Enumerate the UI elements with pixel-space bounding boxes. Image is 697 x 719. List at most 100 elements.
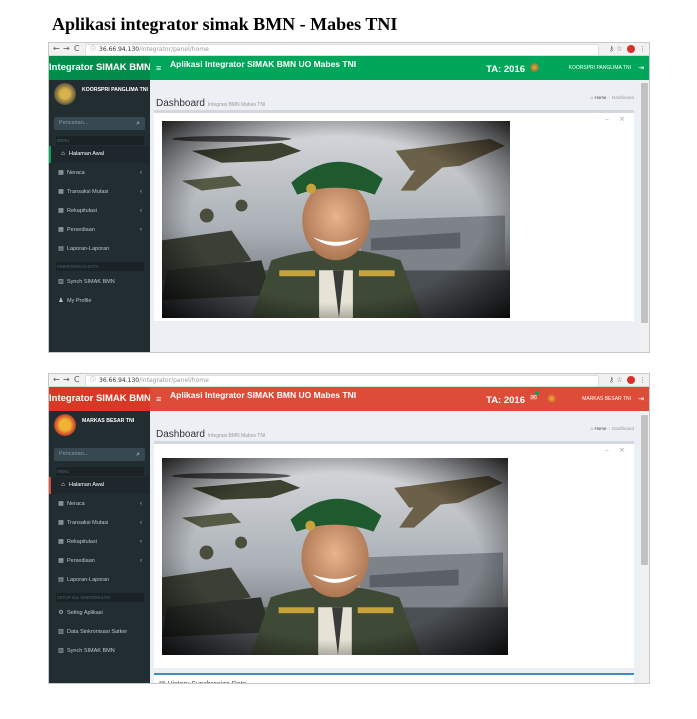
menu-dots-icon[interactable]: ⋮ xyxy=(639,45,646,53)
menu-dots-icon[interactable]: ⋮ xyxy=(639,376,646,384)
user-menu[interactable]: MARKAS BESAR TNI xyxy=(582,396,631,402)
sidebar-item-neraca[interactable]: ▦ Neraca ‹ xyxy=(49,165,150,182)
page-scrollbar[interactable] xyxy=(640,411,649,683)
envelope-icon[interactable]: ✉ xyxy=(530,391,540,402)
dashboard-box: – × xyxy=(154,110,634,321)
breadcrumb-home[interactable]: ⌂ Home xyxy=(591,95,607,100)
back-button[interactable]: ← xyxy=(53,44,60,54)
sidebar-item-rekapitulasi[interactable]: ▦ Rekapitulasi ‹ xyxy=(49,534,150,551)
sidebar-item-my-profile[interactable]: ♟ My Profile xyxy=(49,293,150,310)
star-icon[interactable]: ☆ xyxy=(616,376,622,384)
sidebar-item-synch-simak-bmn[interactable]: ▥ Synch SIMAK BMN xyxy=(49,274,150,291)
back-button[interactable]: ← xyxy=(53,375,60,385)
sidebar-toggle-icon[interactable]: ≡ xyxy=(156,387,161,411)
sidebar-item-label: Synch SIMAK BMN xyxy=(67,279,115,285)
sidebar-item-laporan-laporan[interactable]: ▤ Laporan-Laporan xyxy=(49,572,150,589)
scrollbar-thumb[interactable] xyxy=(641,83,648,323)
extension-icon[interactable] xyxy=(626,376,635,384)
chevron-left-icon: ‹ xyxy=(140,189,142,195)
logout-icon[interactable]: ⇥ xyxy=(638,64,644,72)
page-header: Dashboard Integrasi BMN Mabes TNI xyxy=(156,91,265,110)
fiscal-year: TA: 2016 xyxy=(486,395,525,406)
chevron-left-icon: ‹ xyxy=(140,170,142,176)
sidebar-search-input[interactable]: Pencarian... ⌕ xyxy=(54,117,145,130)
file-icon: ▤ xyxy=(58,577,64,583)
sidebar-item-transaksi-mutasi[interactable]: ▦ Transaksi Mutasi ‹ xyxy=(49,515,150,532)
breadcrumb: ⌂ Home › Dashboard xyxy=(590,426,635,431)
sidebar-item-label: Persediaan xyxy=(67,227,95,233)
sidebar-item-label: Laporan-Laporan xyxy=(67,246,110,252)
logout-icon[interactable]: ⇥ xyxy=(638,395,644,403)
breadcrumb-current: Dashboard xyxy=(611,426,634,431)
url-path: /integrator/panel/home xyxy=(139,377,209,384)
page-title: Dashboard xyxy=(156,98,205,109)
breadcrumb-home[interactable]: ⌂ Home xyxy=(591,426,607,431)
avatar xyxy=(54,83,76,105)
breadcrumb: ⌂ Home › Dashboard xyxy=(590,95,635,100)
page-header: Dashboard Integrasi BMN Mabes TNI xyxy=(156,422,265,441)
search-icon[interactable]: ⌕ xyxy=(136,448,140,461)
page-scrollbar[interactable] xyxy=(640,80,649,352)
sidebar-item-persediaan[interactable]: ▦ Persediaan ‹ xyxy=(49,222,150,239)
sidebar: KOORSPRI PANGLIMA TNI Pencarian... ⌕ MEN… xyxy=(49,80,152,352)
forward-button[interactable]: → xyxy=(63,375,70,385)
sidebar-item-neraca[interactable]: ▦ Neraca ‹ xyxy=(49,496,150,513)
browser-toolbar: ← → C ⓘ 36.66.94.130/integrator/panel/hom… xyxy=(49,43,649,56)
search-icon[interactable]: ⌕ xyxy=(136,117,140,130)
dashboard-box: – × xyxy=(154,441,634,668)
sidebar-item-label: Rekapitulasi xyxy=(67,539,97,545)
sidebar-item-label: Seting Aplikasi xyxy=(67,610,103,616)
avatar xyxy=(54,414,76,436)
info-icon[interactable]: ⓘ xyxy=(90,46,96,53)
database-icon: ▥ xyxy=(58,648,64,654)
sidebar-item-label: Transaksi Mutasi xyxy=(67,189,109,195)
scrollbar-thumb[interactable] xyxy=(641,415,648,565)
sidebar-item-laporan-laporan[interactable]: ▤ Laporan-Laporan xyxy=(49,241,150,258)
user-emblem-icon xyxy=(530,63,539,72)
sidebar-user-name: KOORSPRI PANGLIMA TNI xyxy=(82,87,148,93)
sidebar-item-label: Halaman Awal xyxy=(69,151,105,157)
address-bar[interactable]: ⓘ 36.66.94.130/integrator/panel/home xyxy=(85,44,599,56)
sidebar-item-persediaan[interactable]: ▦ Persediaan ‹ xyxy=(49,553,150,570)
sidebar-item-label: Halaman Awal xyxy=(69,482,105,488)
sidebar-item-label: Persediaan xyxy=(67,558,95,564)
user-emblem-icon xyxy=(547,394,556,403)
box-tools[interactable]: – × xyxy=(605,446,629,454)
document-title: Aplikasi integrator simak BMN - Mabes TN… xyxy=(52,14,398,34)
url-host: 36.66.94.130 xyxy=(99,377,140,384)
grid-icon: ▦ xyxy=(58,501,64,507)
sidebar-item-halaman-awal[interactable]: ⌂ Halaman Awal xyxy=(49,477,152,494)
extension-icon[interactable] xyxy=(626,45,635,53)
brand-logo[interactable]: Integrator SIMAK BMN xyxy=(49,56,151,80)
address-bar[interactable]: ⓘ 36.66.94.130/integrator/panel/home xyxy=(85,375,599,387)
box-tools[interactable]: – × xyxy=(605,115,629,123)
table-icon: ▤ xyxy=(159,681,166,683)
reload-button[interactable]: C xyxy=(74,44,80,54)
sidebar-item-label: My Profile xyxy=(67,298,92,304)
sidebar-item-transaksi-mutasi[interactable]: ▦ Transaksi Mutasi ‹ xyxy=(49,184,150,201)
info-icon[interactable]: ⓘ xyxy=(90,377,96,384)
brand-logo[interactable]: Integrator SIMAK BMN xyxy=(49,387,151,411)
sidebar-item-label: Rekapitulasi xyxy=(67,208,97,214)
forward-button[interactable]: → xyxy=(63,44,70,54)
sidebar-user-name: MARKAS BESAR TNI xyxy=(82,418,135,424)
star-icon[interactable]: ☆ xyxy=(616,45,622,53)
key-icon[interactable]: ⚷ xyxy=(609,45,614,53)
sidebar-item-rekapitulasi[interactable]: ▦ Rekapitulasi ‹ xyxy=(49,203,150,220)
grid-icon: ▦ xyxy=(58,227,64,233)
sidebar-search-input[interactable]: Pencarian... ⌕ xyxy=(54,448,145,461)
sidebar-item-synch-simak-bmn[interactable]: ▥ Synch SIMAK BMN xyxy=(49,643,150,660)
grid-icon: ▦ xyxy=(58,558,64,564)
key-icon[interactable]: ⚷ xyxy=(609,376,614,384)
database-icon: ▥ xyxy=(58,629,64,635)
sidebar-item-halaman-awal[interactable]: ⌂ Halaman Awal xyxy=(49,146,152,163)
grid-icon: ▦ xyxy=(58,208,64,214)
reload-button[interactable]: C xyxy=(74,375,80,385)
sidebar-item-seting-aplikasi[interactable]: ⚙ Seting Aplikasi xyxy=(49,605,150,622)
sidebar-toggle-icon[interactable]: ≡ xyxy=(156,56,161,80)
user-menu[interactable]: KOORSPRI PANGLIMA TNI xyxy=(569,65,631,71)
gears-icon: ⚙ xyxy=(58,610,64,616)
sidebar-item-data-sinkronisasi-satker[interactable]: ▥ Data Sinkronisasi Satker xyxy=(49,624,150,641)
grid-icon: ▦ xyxy=(58,520,64,526)
app-title: Aplikasi Integrator SIMAK BMN UO Mabes T… xyxy=(170,390,357,400)
